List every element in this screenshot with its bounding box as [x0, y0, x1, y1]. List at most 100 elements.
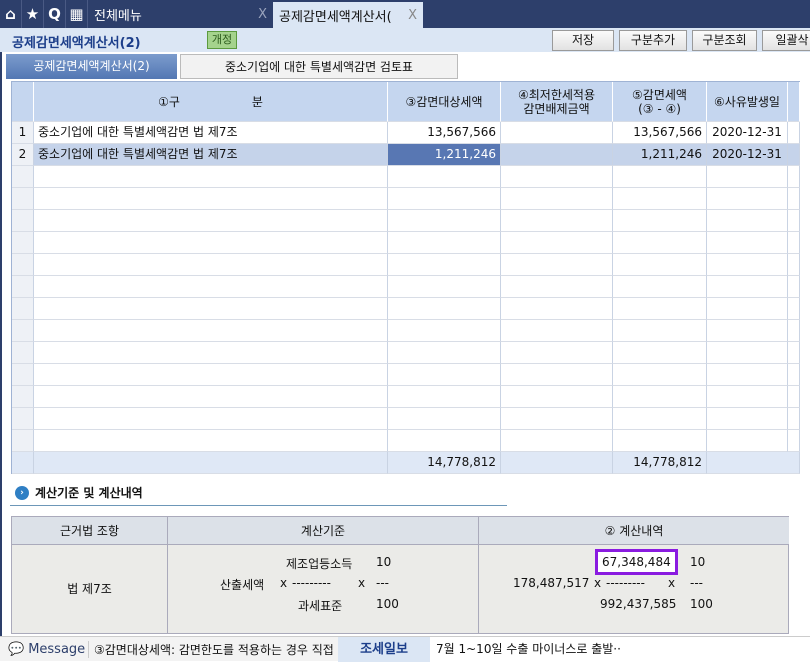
- table-cell-target[interactable]: 1,211,246: [388, 144, 501, 166]
- empty-cell[interactable]: [613, 232, 707, 254]
- empty-cell[interactable]: [501, 254, 613, 276]
- empty-cell[interactable]: [501, 430, 613, 452]
- empty-cell[interactable]: [501, 210, 613, 232]
- empty-cell[interactable]: [34, 166, 388, 188]
- revision-badge[interactable]: 개정: [207, 31, 237, 49]
- add-category-button[interactable]: 구분추가: [619, 30, 687, 51]
- empty-cell[interactable]: [34, 232, 388, 254]
- row-number: 2: [12, 144, 34, 166]
- empty-cell[interactable]: [707, 408, 788, 430]
- empty-cell[interactable]: [34, 430, 388, 452]
- empty-cell[interactable]: [707, 386, 788, 408]
- close-icon[interactable]: X: [408, 8, 417, 23]
- empty-cell[interactable]: [388, 364, 501, 386]
- empty-cell[interactable]: [707, 166, 788, 188]
- empty-cell[interactable]: [388, 430, 501, 452]
- empty-cell[interactable]: [34, 364, 388, 386]
- empty-cell[interactable]: [613, 430, 707, 452]
- tab-sme-review[interactable]: 중소기업에 대한 특별세액감면 검토표: [180, 54, 458, 79]
- empty-cell[interactable]: [707, 210, 788, 232]
- empty-cell[interactable]: [34, 298, 388, 320]
- empty-cell[interactable]: [501, 298, 613, 320]
- empty-cell[interactable]: [613, 166, 707, 188]
- table-cell-date[interactable]: 2020-12-31: [707, 122, 788, 144]
- empty-cell[interactable]: [501, 342, 613, 364]
- empty-cell[interactable]: [501, 232, 613, 254]
- empty-cell[interactable]: [388, 298, 501, 320]
- table-cell-target[interactable]: 13,567,566: [388, 122, 501, 144]
- close-icon[interactable]: X: [258, 7, 267, 22]
- view-category-button[interactable]: 구분조회: [692, 30, 757, 51]
- empty-cell[interactable]: [707, 188, 788, 210]
- empty-cell[interactable]: [388, 320, 501, 342]
- empty-cell[interactable]: [613, 386, 707, 408]
- empty-cell[interactable]: [388, 342, 501, 364]
- table-cell-excluded[interactable]: [501, 144, 613, 166]
- empty-cell[interactable]: [707, 276, 788, 298]
- empty-cell[interactable]: [501, 364, 613, 386]
- empty-cell[interactable]: [501, 386, 613, 408]
- empty-cell[interactable]: [707, 232, 788, 254]
- empty-cell[interactable]: [707, 298, 788, 320]
- empty-cell[interactable]: [613, 364, 707, 386]
- empty-cell[interactable]: [501, 276, 613, 298]
- empty-cell[interactable]: [388, 210, 501, 232]
- col-header-category: ①구 분: [34, 82, 388, 122]
- tab-active-form[interactable]: 공제감면세액계산서(X: [273, 2, 423, 28]
- ratio-line: ---: [376, 576, 389, 590]
- empty-cell[interactable]: [501, 166, 613, 188]
- table-cell-name[interactable]: 중소기업에 대한 특별세액감면 법 제7조: [34, 122, 388, 144]
- empty-cell[interactable]: [34, 386, 388, 408]
- empty-cell[interactable]: [613, 408, 707, 430]
- empty-cell[interactable]: [388, 254, 501, 276]
- empty-cell[interactable]: [34, 320, 388, 342]
- table-cell-name[interactable]: 중소기업에 대한 특별세액감면 법 제7조: [34, 144, 388, 166]
- empty-cell[interactable]: [34, 276, 388, 298]
- empty-cell[interactable]: [613, 276, 707, 298]
- row-number: [12, 276, 34, 298]
- empty-cell[interactable]: [613, 320, 707, 342]
- news-label[interactable]: 조세일보: [338, 636, 430, 662]
- empty-cell[interactable]: [388, 408, 501, 430]
- empty-cell[interactable]: [388, 188, 501, 210]
- tab-all-menu[interactable]: 전체메뉴 X: [88, 0, 273, 28]
- empty-cell[interactable]: [34, 342, 388, 364]
- bulk-delete-button[interactable]: 일괄삭: [762, 30, 810, 51]
- empty-cell[interactable]: [707, 320, 788, 342]
- empty-cell[interactable]: [613, 342, 707, 364]
- empty-cell[interactable]: [388, 232, 501, 254]
- empty-cell[interactable]: [388, 276, 501, 298]
- empty-cell[interactable]: [613, 254, 707, 276]
- empty-cell[interactable]: [501, 320, 613, 342]
- empty-cell[interactable]: [34, 408, 388, 430]
- empty-cell[interactable]: [707, 342, 788, 364]
- empty-cell[interactable]: [707, 364, 788, 386]
- empty-cell[interactable]: [707, 254, 788, 276]
- row-number: [12, 210, 34, 232]
- empty-cell[interactable]: [501, 408, 613, 430]
- empty-cell[interactable]: [501, 188, 613, 210]
- empty-cell[interactable]: [34, 210, 388, 232]
- menu-grid-icon[interactable]: ▦: [66, 0, 88, 28]
- empty-cell[interactable]: [388, 166, 501, 188]
- table-cell-amount[interactable]: 13,567,566: [613, 122, 707, 144]
- search-icon[interactable]: Q: [44, 0, 66, 28]
- empty-cell[interactable]: [388, 386, 501, 408]
- tab-deduction-calc[interactable]: 공제감면세액계산서(2): [6, 54, 177, 79]
- empty-cell[interactable]: [613, 188, 707, 210]
- table-cell-excluded[interactable]: [501, 122, 613, 144]
- empty-cell[interactable]: [707, 430, 788, 452]
- table-cell-amount[interactable]: 1,211,246: [613, 144, 707, 166]
- empty-cell[interactable]: [613, 298, 707, 320]
- table-cell-date[interactable]: 2020-12-31: [707, 144, 788, 166]
- home-icon[interactable]: ⌂: [0, 0, 22, 28]
- income-input[interactable]: 67,348,484: [595, 549, 678, 575]
- message-button[interactable]: 💬 Message: [0, 642, 88, 657]
- row-filler: [788, 364, 800, 386]
- empty-cell[interactable]: [34, 188, 388, 210]
- empty-cell[interactable]: [613, 210, 707, 232]
- save-button[interactable]: 저장: [552, 30, 614, 51]
- empty-cell[interactable]: [34, 254, 388, 276]
- news-ticker[interactable]: 7월 1~10일 수출 마이너스로 출발··: [430, 636, 810, 662]
- star-icon[interactable]: ★: [22, 0, 44, 28]
